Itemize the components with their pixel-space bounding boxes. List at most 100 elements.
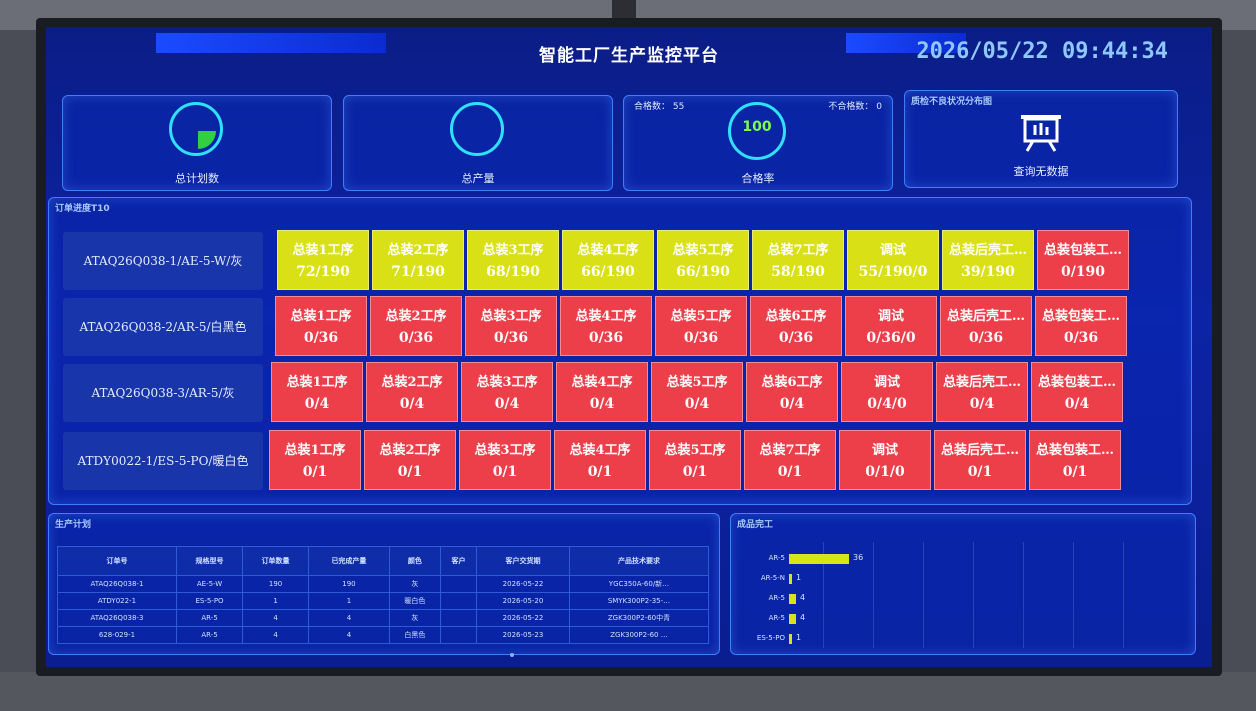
pass-rate-ring: 100 — [728, 102, 786, 160]
kpi-total-output[interactable]: 总产量 — [343, 95, 613, 191]
bar-row: ES-5-PO 1 — [741, 632, 941, 646]
table-row[interactable]: ATAQ26Q038-1 AE-5-W 190 190 灰 2026-05-22 YGC35… — [57, 575, 710, 593]
no-data-icon — [1021, 115, 1061, 152]
process-cell[interactable]: 总装2工序 0/36 — [370, 296, 462, 356]
process-cell[interactable]: 调试 0/4/0 — [841, 362, 933, 422]
process-cell[interactable]: 总装后壳工… 0/1 — [934, 430, 1026, 490]
process-cell[interactable]: 总装5工序 0/4 — [651, 362, 743, 422]
process-cell[interactable]: 总装包装工… 0/1 — [1029, 430, 1121, 490]
process-cell[interactable]: 总装3工序 0/4 — [461, 362, 553, 422]
finished-panel: 成品完工 AR-5 36 AR-5-N 1 AR-5 4 AR-5 4 ES-5-PO 1 — [730, 513, 1196, 655]
order-label: ATAQ26Q038-1/AE-5-W/灰 — [63, 232, 263, 290]
process-count: 0/4 — [589, 396, 615, 412]
process-count: 0/4 — [969, 396, 995, 412]
table-cell: 2026-05-23 — [476, 626, 570, 644]
kpi-pass-rate[interactable]: 合格数： 55 不合格数： 0 100 合格率 — [623, 95, 893, 191]
bar-label: AR-5 — [768, 554, 785, 562]
process-count: 58/190 — [771, 264, 825, 280]
grid-line — [1073, 542, 1074, 648]
process-name: 调试 — [879, 243, 906, 258]
process-cell[interactable]: 总装6工序 0/36 — [750, 296, 842, 356]
column-header: 订单数量 — [242, 546, 310, 576]
process-count: 0/36 — [588, 330, 624, 346]
process-cell[interactable]: 总装5工序 0/36 — [655, 296, 747, 356]
process-cell[interactable]: 总装4工序 0/4 — [556, 362, 648, 422]
process-cell[interactable]: 总装5工序 0/1 — [649, 430, 741, 490]
bar — [789, 594, 796, 604]
process-cell[interactable]: 总装3工序 0/1 — [459, 430, 551, 490]
process-cell[interactable]: 总装7工序 0/1 — [744, 430, 836, 490]
process-cell[interactable]: 总装3工序 0/36 — [465, 296, 557, 356]
kpi-total-plan[interactable]: 总计划数 — [62, 95, 332, 191]
process-cell[interactable]: 总装4工序 66/190 — [562, 230, 654, 290]
process-cell[interactable]: 总装4工序 0/36 — [560, 296, 652, 356]
process-cell[interactable]: 总装包装工… 0/190 — [1037, 230, 1129, 290]
bar — [789, 634, 792, 644]
table-cell: 2026-05-22 — [476, 575, 570, 593]
pager-dot[interactable] — [510, 653, 514, 657]
process-name: 总装3工序 — [480, 309, 542, 324]
process-count: 71/190 — [391, 264, 445, 280]
process-cell[interactable]: 总装1工序 0/36 — [275, 296, 367, 356]
clock: 2026/05/22 09:44:34 — [916, 39, 1168, 64]
table-cell: 2026-05-20 — [476, 592, 570, 610]
process-name: 总装3工序 — [482, 243, 544, 258]
process-cell[interactable]: 调试 0/1/0 — [839, 430, 931, 490]
unqualified-count: 不合格数： 0 — [828, 102, 882, 112]
process-name: 总装5工序 — [666, 375, 728, 390]
table-cell: AR-5 — [175, 626, 244, 644]
process-cell[interactable]: 总装后壳工… 0/36 — [940, 296, 1032, 356]
process-cell[interactable]: 总装1工序 0/4 — [271, 362, 363, 422]
process-cell[interactable]: 总装后壳工… 0/4 — [936, 362, 1028, 422]
process-name: 总装后壳工… — [942, 375, 1021, 390]
process-cell[interactable]: 调试 0/36/0 — [845, 296, 937, 356]
table-cell: 1 — [242, 592, 310, 610]
process-name: 总装5工序 — [672, 243, 734, 258]
process-count: 0/36/0 — [866, 330, 916, 346]
table-cell: 4 — [242, 626, 310, 644]
table-cell: ATAQ26Q038-3 — [57, 609, 177, 627]
table-cell: 4 — [308, 609, 390, 627]
process-cell[interactable]: 总装2工序 0/4 — [366, 362, 458, 422]
process-cell[interactable]: 总装7工序 58/190 — [752, 230, 844, 290]
order-progress-panel: 订单进度T10 ATAQ26Q038-1/AE-5-W/灰 总装1工序 72/190… — [48, 197, 1192, 505]
process-cell[interactable]: 总装6工序 0/4 — [746, 362, 838, 422]
process-cell[interactable]: 总装5工序 66/190 — [657, 230, 749, 290]
process-cell[interactable]: 总装3工序 68/190 — [467, 230, 559, 290]
table-row[interactable]: ATAQ26Q038-3 AR-5 4 4 灰 2026-05-22 ZGK300P2-60… — [57, 609, 710, 627]
process-count: 0/190 — [1060, 264, 1106, 280]
process-cell[interactable]: 总装1工序 0/1 — [269, 430, 361, 490]
process-name: 总装2工序 — [379, 443, 441, 458]
process-cell[interactable]: 总装2工序 0/1 — [364, 430, 456, 490]
process-cell[interactable]: 调试 55/190/0 — [847, 230, 939, 290]
process-name: 总装包装工… — [1035, 443, 1114, 458]
process-cell[interactable]: 总装后壳工… 39/190 — [942, 230, 1034, 290]
process-name: 总装2工序 — [385, 309, 447, 324]
process-cell[interactable]: 总装包装工… 0/36 — [1035, 296, 1127, 356]
bar-label: AR-5-N — [760, 574, 785, 582]
process-name: 总装2工序 — [381, 375, 443, 390]
process-cell[interactable]: 总装1工序 72/190 — [277, 230, 369, 290]
table-cell: ATDY022-1 — [57, 592, 177, 610]
column-header: 规格型号 — [175, 546, 244, 576]
empty-message: 查询无数据 — [1013, 165, 1069, 178]
table-cell: 白黑色 — [388, 626, 441, 644]
process-name: 总装3工序 — [476, 375, 538, 390]
process-count: 0/36 — [968, 330, 1004, 346]
table-row[interactable]: ATDY022-1 ES-5-PO 1 1 暖白色 2026-05-20 SMYK300P2… — [57, 592, 710, 610]
kpi-label: 总产量 — [461, 172, 495, 185]
process-name: 总装5工序 — [664, 443, 726, 458]
process-count: 72/190 — [296, 264, 350, 280]
defect-panel[interactable]: 质检不良状况分布图 查询无数据 — [904, 90, 1178, 188]
process-count: 0/36 — [303, 330, 339, 346]
plan-table: 订单号 规格型号 订单数量 已完成产量 颜色 客户 客户交货期 产品技术要求 ATAQ26Q0… — [57, 546, 710, 644]
process-cell[interactable]: 总装包装工… 0/4 — [1031, 362, 1123, 422]
process-count: 66/190 — [581, 264, 635, 280]
table-row[interactable]: 628-029-1 AR-5 4 4 白黑色 2026-05-23 ZGK300P2-60 … — [57, 626, 710, 644]
process-cell[interactable]: 总装4工序 0/1 — [554, 430, 646, 490]
process-count: 0/36 — [778, 330, 814, 346]
process-cell[interactable]: 总装2工序 71/190 — [372, 230, 464, 290]
table-cell: 灰 — [388, 609, 441, 627]
bar-value: 4 — [800, 593, 806, 602]
table-cell: 4 — [308, 626, 390, 644]
